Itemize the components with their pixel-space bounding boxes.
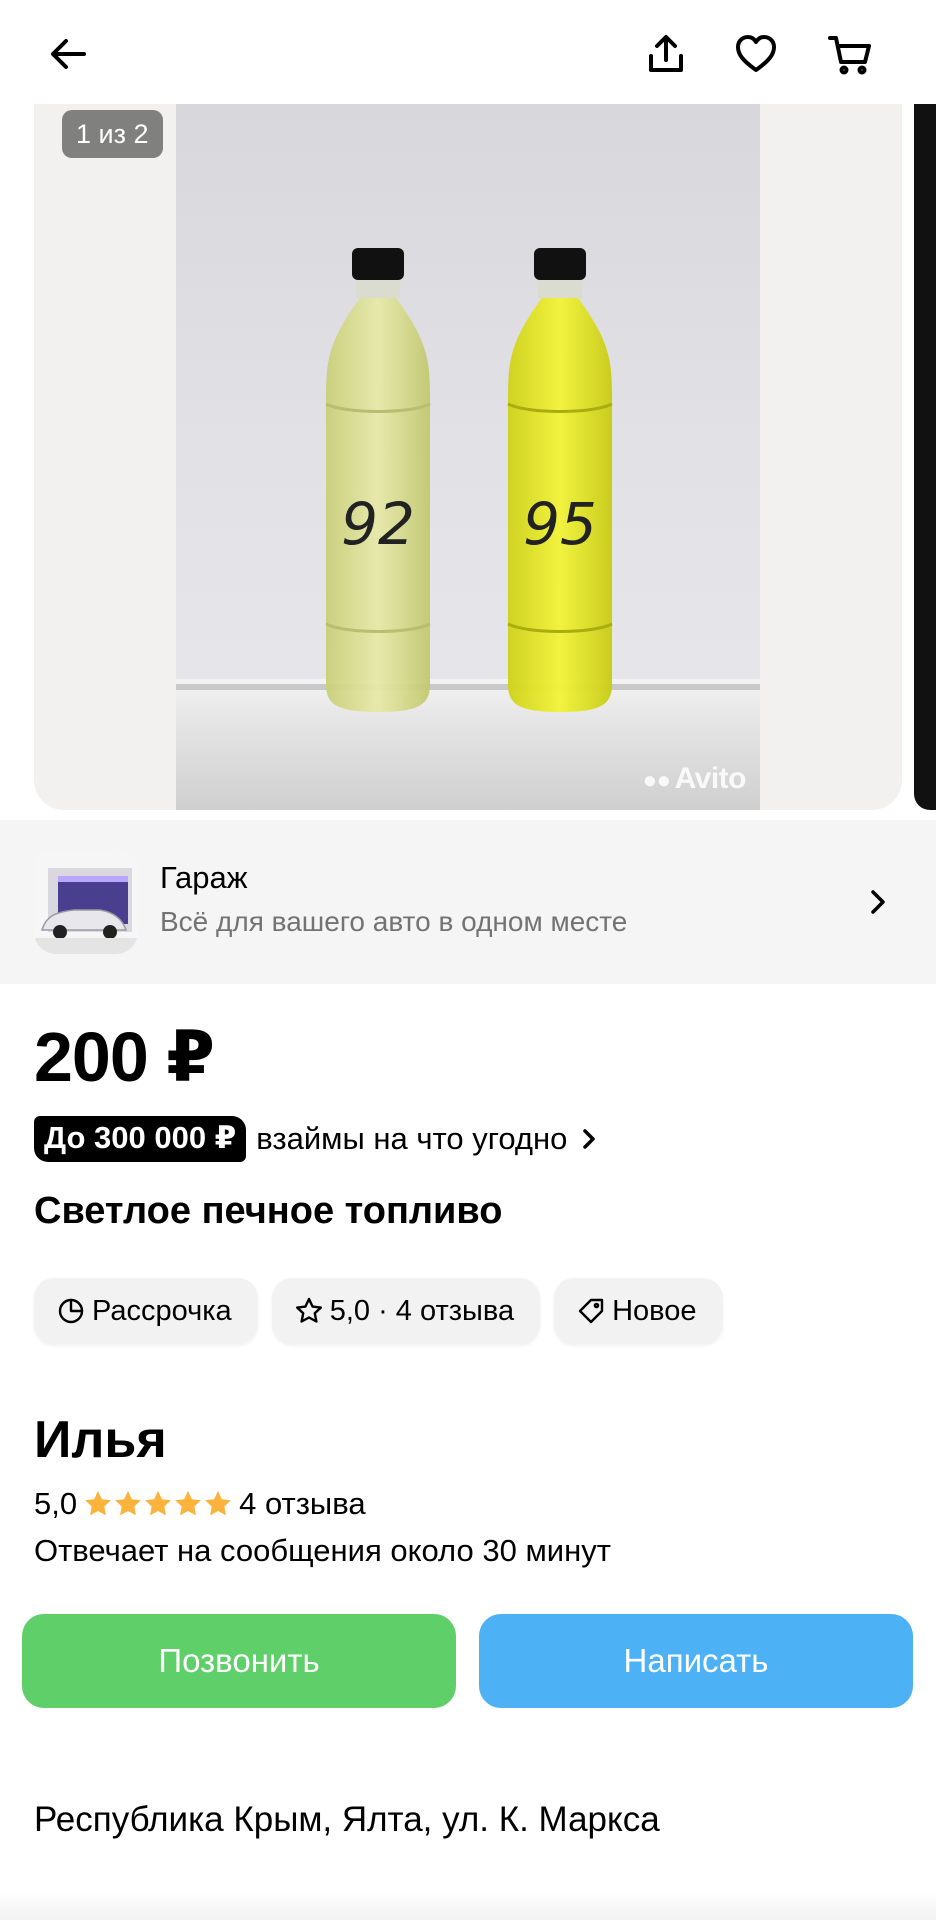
cart-icon[interactable] [818, 22, 882, 86]
message-button[interactable]: Написать [479, 1614, 913, 1708]
next-photo-peek[interactable] [914, 104, 936, 810]
star-icon [85, 1491, 112, 1516]
loan-offer[interactable]: До 300 000 ₽ взаймы на что угодно [34, 1115, 605, 1163]
loan-text: взаймы на что угодно [256, 1121, 568, 1156]
chip-installment[interactable]: Рассрочка [34, 1278, 258, 1344]
address[interactable]: Республика Крым, Ялта, ул. К. Маркса [34, 1800, 660, 1840]
star-icon [115, 1491, 142, 1516]
pie-chart-icon [58, 1298, 84, 1324]
product-photo[interactable]: 92 95 ●● Avito [176, 104, 760, 810]
bottom-divider [0, 1892, 936, 1920]
chevron-right-icon[interactable] [854, 878, 902, 926]
seller-rating[interactable]: 5,0 4 отзыва [34, 1484, 366, 1524]
rating-value: 5,0 [34, 1486, 78, 1521]
rating-stars [83, 1489, 233, 1519]
tag-icon [578, 1298, 604, 1324]
call-button[interactable]: Позвонить [22, 1614, 456, 1708]
avito-logo-icon: ●● [642, 767, 672, 794]
seller-name[interactable]: Илья [34, 1410, 167, 1470]
shop-logo [34, 850, 138, 954]
chip-label: 5,0 · 4 отзыва [329, 1294, 515, 1327]
avito-watermark: ●● Avito [642, 762, 747, 795]
shop-banner[interactable]: Гараж Всё для вашего авто в одном месте [0, 820, 936, 984]
star-icon [145, 1491, 172, 1516]
chip-label: Новое [612, 1294, 697, 1327]
photo-counter: 1 из 2 [62, 110, 163, 158]
bottle-92: 92 [325, 248, 431, 712]
bottle-label-92: 92 [341, 490, 415, 558]
price: 200 ₽ [34, 1018, 215, 1096]
shop-name: Гараж [160, 860, 248, 895]
chip-label: Рассрочка [92, 1294, 232, 1327]
photo-gallery[interactable]: 92 95 ●● Avito 1 из 2 [34, 104, 902, 810]
share-icon[interactable] [634, 22, 698, 86]
reviews-count: 4 отзыва [239, 1486, 366, 1521]
chevron-right-icon [573, 1123, 605, 1155]
star-outline-icon [295, 1297, 322, 1323]
bottle-label-95: 95 [523, 490, 597, 558]
star-icon [175, 1491, 202, 1516]
listing-title: Светлое печное топливо [34, 1190, 503, 1232]
bottle-95: 95 [507, 248, 613, 712]
chip-condition[interactable]: Новое [554, 1278, 723, 1344]
star-icon [205, 1491, 232, 1516]
response-time: Отвечает на сообщения около 30 минут [34, 1533, 611, 1568]
heart-icon[interactable] [724, 22, 788, 86]
back-arrow-icon[interactable] [36, 22, 100, 86]
chip-rating[interactable]: 5,0 · 4 отзыва [271, 1278, 541, 1344]
fuel-bottles-illustration: 92 95 [325, 248, 613, 712]
loan-badge: До 300 000 ₽ [34, 1116, 247, 1162]
info-chips: Рассрочка 5,0 · 4 отзыва Новое [34, 1278, 723, 1344]
top-bar [0, 0, 936, 104]
shop-description: Всё для вашего авто в одном месте [160, 906, 628, 937]
